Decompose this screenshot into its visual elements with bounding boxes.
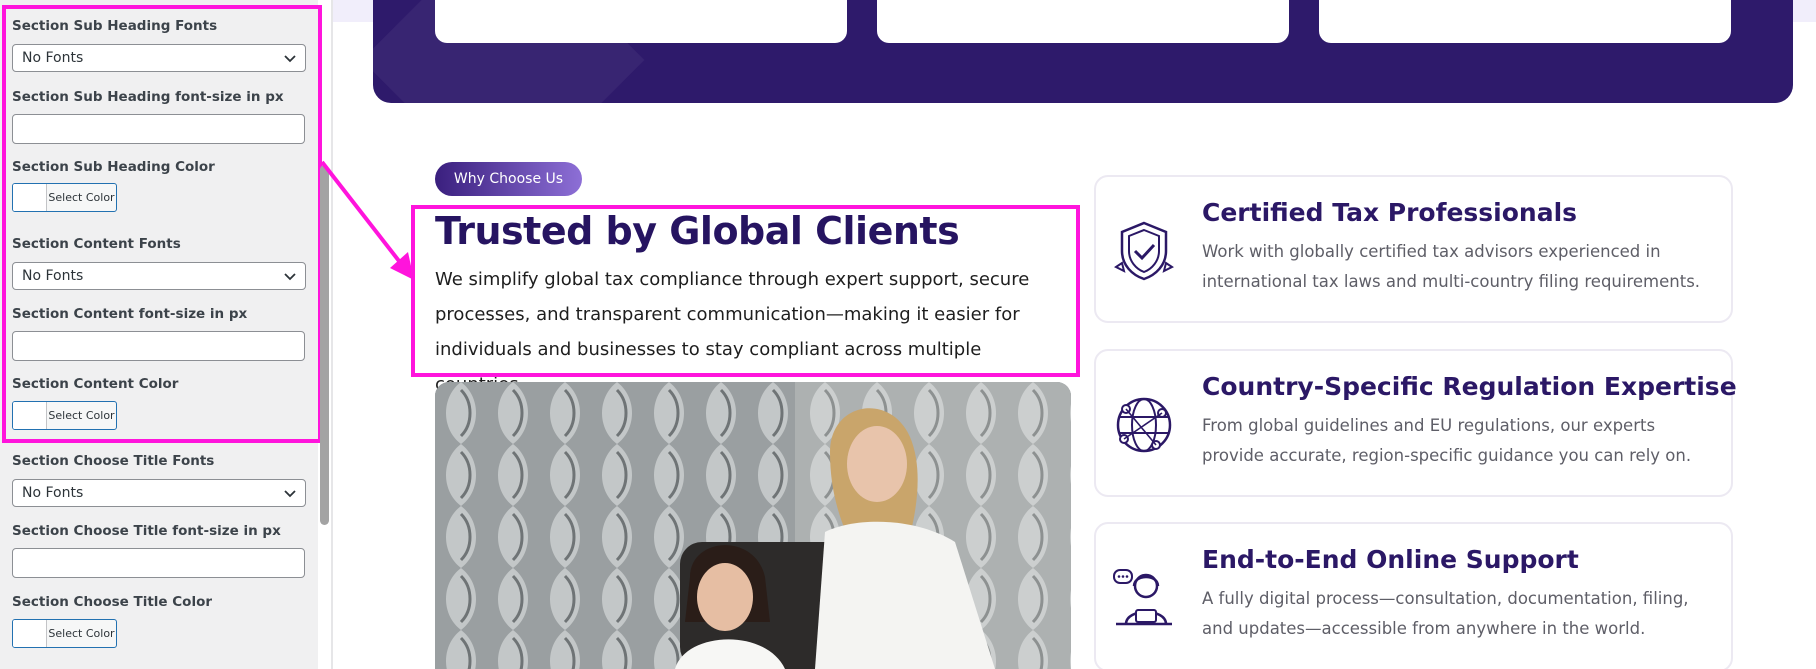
highlight-box-left	[2, 5, 322, 443]
chevron-down-icon	[284, 490, 296, 498]
photo-illustration	[435, 382, 1071, 669]
globe-network-icon	[1116, 397, 1172, 453]
stats-banner	[373, 0, 1793, 103]
feature-title: Country-Specific Regulation Expertise	[1202, 372, 1737, 401]
banner-card	[435, 0, 847, 43]
feature-title: Certified Tax Professionals	[1202, 198, 1578, 227]
panel-divider	[331, 0, 333, 669]
select-color-label: Select Color	[48, 627, 115, 640]
highlight-box-right	[411, 205, 1080, 377]
choose-title-font-size-input[interactable]	[12, 548, 305, 578]
choose-title-select-color-button[interactable]: Select Color	[12, 619, 117, 648]
banner-card	[1319, 0, 1731, 43]
why-choose-us-badge: Why Choose Us	[435, 162, 582, 196]
select-value: No Fonts	[22, 485, 84, 501]
online-support-agent-icon	[1113, 569, 1172, 626]
banner-card	[877, 0, 1289, 43]
shield-check-icon	[1114, 221, 1174, 281]
team-photo	[435, 382, 1071, 669]
choose-title-font-size-label: Section Choose Title font-size in px	[12, 523, 281, 539]
choose-title-color-label: Section Choose Title Color	[12, 594, 213, 610]
pointer-arrow	[320, 160, 414, 280]
feature-title: End-to-End Online Support	[1202, 545, 1579, 574]
choose-title-fonts-label: Section Choose Title Fonts	[12, 453, 215, 469]
feature-card-regulation: Country-Specific Regulation Expertise Fr…	[1094, 349, 1737, 497]
feature-card-online-support: End-to-End Online Support A fully digita…	[1094, 522, 1733, 669]
choose-title-fonts-select[interactable]: No Fonts	[12, 479, 306, 507]
color-swatch	[13, 620, 47, 647]
feature-text: Work with globally certified tax advisor…	[1202, 242, 1701, 291]
feature-text: From global guidelines and EU regulation…	[1202, 416, 1692, 465]
feature-text: A fully digital process—consultation, do…	[1202, 589, 1689, 638]
feature-card-certified: Certified Tax Professionals Work with gl…	[1094, 175, 1733, 323]
